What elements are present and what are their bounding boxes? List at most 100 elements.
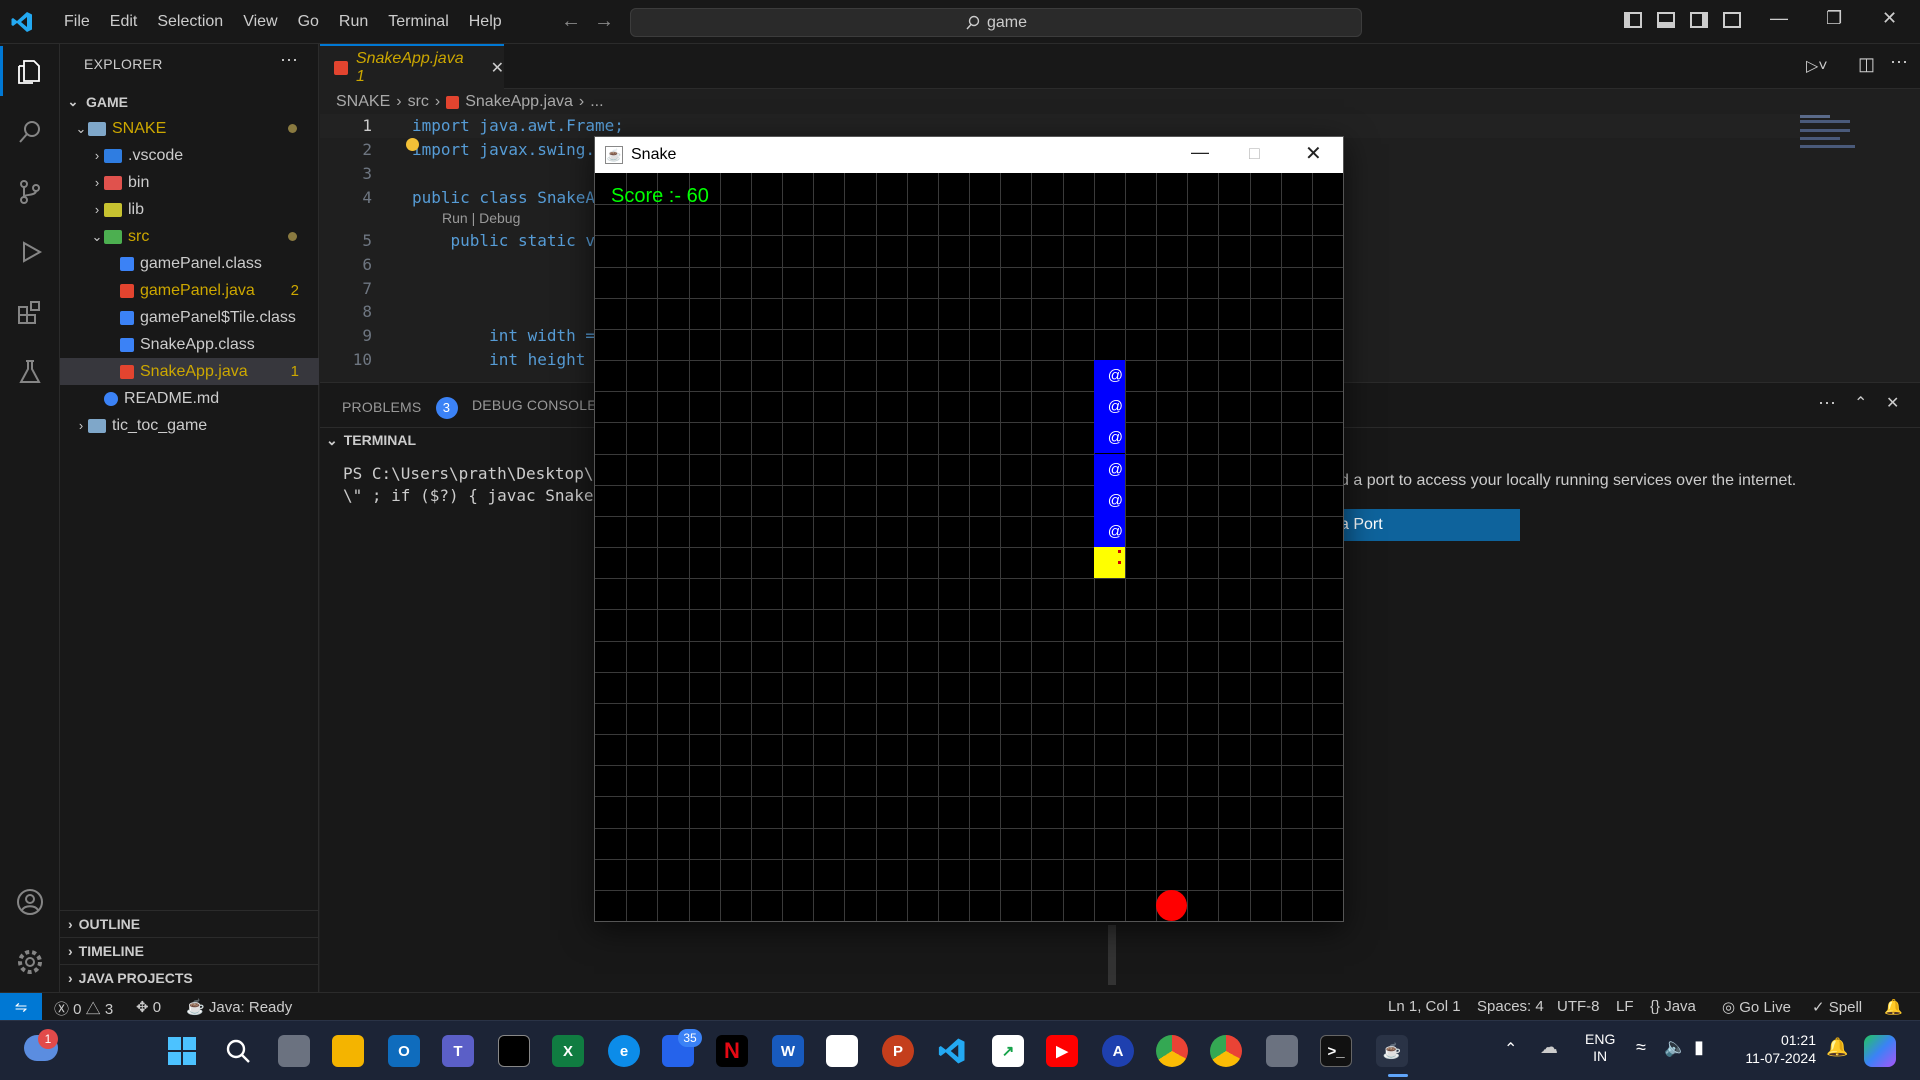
breadcrumb-item[interactable]: ... [590, 93, 603, 111]
minimap[interactable] [1790, 115, 1910, 175]
language-mode[interactable]: {} Java [1650, 998, 1696, 1015]
tree-item-snakeapp-java[interactable]: SnakeApp.java 1 [60, 358, 319, 385]
teams-icon[interactable]: T [442, 1035, 474, 1067]
chrome-icon[interactable] [1156, 1035, 1188, 1067]
game-board[interactable]: @ @ @ @ @ @ Score :- 60 [595, 173, 1343, 921]
netflix-icon[interactable]: N [716, 1035, 748, 1067]
tree-item-gamepanel-class[interactable]: gamePanel.class [60, 250, 319, 277]
tree-item-snakeapp-class[interactable]: SnakeApp.class [60, 331, 319, 358]
battery-icon[interactable]: ▮ [1694, 1037, 1704, 1058]
tree-item-src[interactable]: ⌄ src [60, 223, 319, 250]
errors-status[interactable]: Ⓧ 0 △ 3 [54, 998, 113, 1019]
snake-minimize-icon[interactable]: — [1191, 142, 1209, 163]
tree-item-tic-toc-game[interactable]: › tic_toc_game [60, 412, 319, 439]
menu-terminal[interactable]: Terminal [378, 13, 458, 31]
editor-more-icon[interactable]: ⋯ [1890, 52, 1908, 73]
vscode-taskbar-icon[interactable] [936, 1035, 968, 1067]
testing-icon[interactable] [12, 354, 48, 390]
breadcrumb-item[interactable]: SnakeApp.java [465, 93, 573, 111]
command-center-search[interactable]: game [630, 8, 1362, 37]
debug-console-tab[interactable]: DEBUG CONSOLE [472, 397, 597, 413]
show-hidden-icons[interactable]: ⌃ [1504, 1039, 1517, 1059]
tab-snakeapp-java[interactable]: SnakeApp.java 1 ✕ [320, 44, 504, 89]
excel-icon[interactable]: X [552, 1035, 584, 1067]
ports-status[interactable]: ✥ 0 [136, 998, 161, 1016]
menu-file[interactable]: File [54, 13, 100, 31]
remote-indicator-icon[interactable]: ⇋ [0, 993, 42, 1021]
search-icon[interactable] [222, 1035, 254, 1067]
customize-layout-icon[interactable] [1723, 12, 1741, 28]
cmd-icon[interactable]: >_ [1320, 1035, 1352, 1067]
snake-close-icon[interactable]: ✕ [1305, 141, 1322, 166]
word-icon[interactable]: W [772, 1035, 804, 1067]
tree-item-bin[interactable]: › bin [60, 169, 319, 196]
language-indicator[interactable]: ENG IN [1585, 1031, 1615, 1065]
powerpoint-icon[interactable]: P [882, 1035, 914, 1067]
run-debug-icon[interactable] [12, 234, 48, 270]
split-editor-icon[interactable]: ◫ [1858, 54, 1875, 75]
restore-icon[interactable]: ❐ [1826, 8, 1842, 29]
outlook-icon[interactable]: O [388, 1035, 420, 1067]
tree-item-gamepanel-java[interactable]: gamePanel.java 2 [60, 277, 319, 304]
volume-icon[interactable]: 🔈 [1664, 1037, 1686, 1058]
menu-go[interactable]: Go [288, 13, 329, 31]
start-icon[interactable] [166, 1035, 198, 1067]
source-control-icon[interactable] [12, 174, 48, 210]
go-live-button[interactable]: ◎ Go Live [1722, 998, 1791, 1016]
bell-icon[interactable]: 🔔 [1884, 998, 1903, 1016]
minimize-icon[interactable]: — [1770, 8, 1788, 29]
maximize-panel-icon[interactable]: ⌃ [1854, 393, 1867, 413]
tree-item-gamepanel-tile-class[interactable]: gamePanel$Tile.class [60, 304, 319, 331]
breadcrumb-item[interactable]: src [408, 93, 429, 111]
outline-section[interactable]: › OUTLINE [60, 910, 319, 937]
codelens-run-debug[interactable]: Run | Debug [442, 210, 520, 226]
toggle-secondary-sidebar-icon[interactable] [1690, 12, 1708, 28]
close-panel-icon[interactable]: ✕ [1886, 393, 1899, 413]
back-arrow-icon[interactable]: ← [561, 10, 581, 33]
forward-arrow-icon[interactable]: → [594, 10, 614, 33]
clock[interactable]: 01:21 11-07-2024 [1736, 1031, 1816, 1067]
wifi-icon[interactable]: ≈ [1636, 1037, 1646, 1058]
snipping-tool-icon[interactable] [1266, 1035, 1298, 1067]
indentation[interactable]: Spaces: 4 [1477, 998, 1544, 1015]
copilot-icon[interactable] [1864, 1035, 1896, 1067]
encoding[interactable]: UTF-8 [1557, 998, 1600, 1015]
end-of-line[interactable]: LF [1616, 998, 1634, 1015]
lightbulb-icon[interactable] [406, 138, 419, 151]
youtube-icon[interactable]: ▶ [1046, 1035, 1078, 1067]
breadcrumb-item[interactable]: SNAKE [336, 93, 390, 111]
stocks-icon[interactable]: ↗ [992, 1035, 1024, 1067]
run-icon[interactable]: ▷˅ [1806, 56, 1828, 76]
menu-help[interactable]: Help [459, 13, 512, 31]
search-icon[interactable] [12, 114, 48, 150]
explorer-icon[interactable] [12, 54, 48, 90]
timeline-section[interactable]: › TIMELINE [60, 937, 319, 964]
menu-edit[interactable]: Edit [100, 13, 148, 31]
cursor-position[interactable]: Ln 1, Col 1 [1388, 998, 1461, 1015]
accounts-icon[interactable] [12, 884, 48, 920]
ms-store-icon[interactable] [826, 1035, 858, 1067]
settings-gear-icon[interactable] [12, 944, 48, 980]
task-view-icon[interactable] [278, 1035, 310, 1067]
onedrive-icon[interactable]: ☁ [1540, 1037, 1558, 1058]
tree-item-lib[interactable]: › lib [60, 196, 319, 223]
code-line[interactable]: 1 import java.awt.Frame; [320, 114, 1800, 138]
tab-close-icon[interactable]: ✕ [491, 58, 504, 78]
workspace-header[interactable]: ⌄ GAME [60, 88, 319, 115]
java-taskbar-icon[interactable]: ☕ [1376, 1035, 1408, 1067]
java-projects-section[interactable]: › JAVA PROJECTS [60, 964, 319, 991]
java-status[interactable]: ☕ Java: Ready [186, 998, 292, 1016]
terminal-app-icon[interactable] [498, 1035, 530, 1067]
more-actions-icon[interactable]: ⋯ [280, 50, 298, 71]
terminal-line[interactable]: \" ; if ($?) { javac SnakeAp [343, 486, 613, 505]
app-icon[interactable]: A [1102, 1035, 1134, 1067]
problems-tab[interactable]: PROBLEMS 3 [342, 397, 458, 419]
edge-icon[interactable]: e [608, 1035, 640, 1067]
snake-window-titlebar[interactable]: ☕ Snake — □ ✕ [595, 137, 1343, 173]
close-icon[interactable]: ✕ [1882, 8, 1897, 29]
tree-item-vscode[interactable]: › .vscode [60, 142, 319, 169]
notification-bell-icon[interactable]: 🔔 [1826, 1037, 1848, 1058]
menu-run[interactable]: Run [329, 13, 378, 31]
file-explorer-icon[interactable] [332, 1035, 364, 1067]
panel-more-icon[interactable]: ⋯ [1818, 393, 1836, 414]
